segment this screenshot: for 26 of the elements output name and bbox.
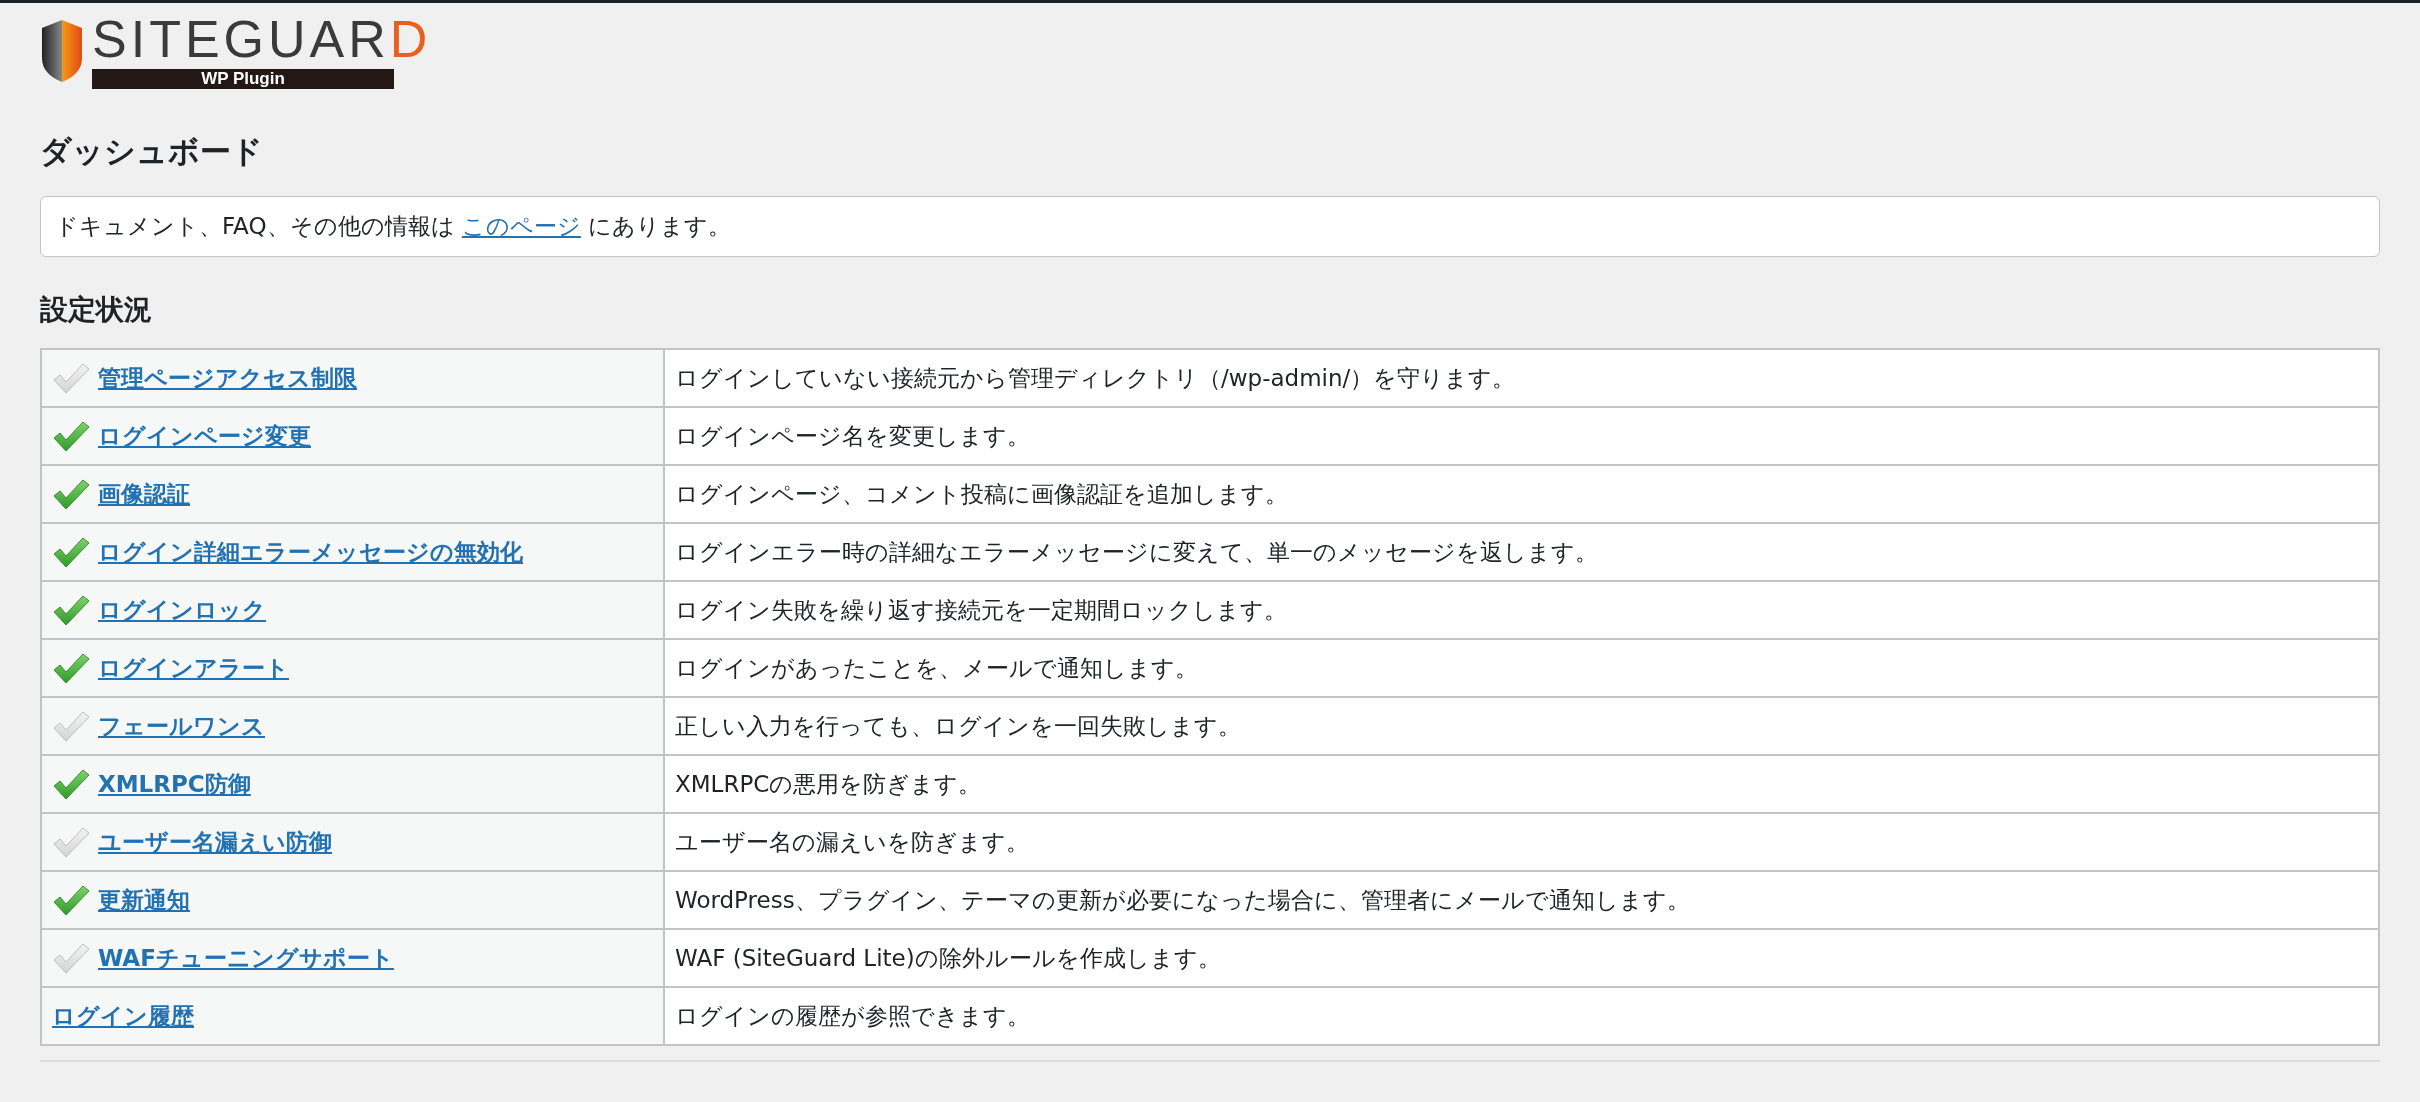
feature-link[interactable]: ログイン履歴 (52, 999, 194, 1034)
info-notice: ドキュメント、FAQ、その他の情報は このページ にあります。 (40, 196, 2380, 257)
feature-description: ログインエラー時の詳細なエラーメッセージに変えて、単一のメッセージを返します。 (664, 523, 2379, 582)
logo-subtitle: WP Plugin (92, 68, 394, 89)
page-title: ダッシュボード (40, 133, 264, 171)
feature-link[interactable]: 更新通知 (98, 883, 190, 918)
feature-link[interactable]: ログインアラート (98, 651, 289, 686)
shield-logo-icon (40, 17, 84, 84)
feature-description: ログインの履歴が参照できます。 (664, 987, 2379, 1046)
feature-description: WAF (SiteGuard Lite)の除外ルールを作成します。 (664, 929, 2379, 988)
feature-description: WordPress、プラグイン、テーマの更新が必要になった場合に、管理者にメールで通知します。 (664, 871, 2379, 930)
docs-link[interactable]: このページ (461, 213, 581, 240)
feature-link[interactable]: 画像認証 (98, 477, 190, 512)
feature-description: ユーザー名の漏えいを防ぎます。 (664, 813, 2379, 872)
feature-description: ログインページ、コメント投稿に画像認証を追加します。 (664, 465, 2379, 524)
feature-description: ログイン失敗を繰り返す接続元を一定期間ロックします。 (664, 581, 2379, 640)
logo-wordmark: SITEGUARD (92, 12, 432, 65)
feature-link[interactable]: フェールワンス (98, 709, 265, 744)
feature-link[interactable]: XMLRPC防御 (98, 767, 251, 802)
feature-description: ログインページ名を変更します。 (664, 407, 2379, 466)
feature-link[interactable]: ログインロック (98, 593, 266, 628)
feature-description: 正しい入力を行っても、ログインを一回失敗します。 (664, 697, 2379, 756)
section-heading: 設定状況 (40, 292, 153, 327)
feature-description: XMLRPCの悪用を防ぎます。 (664, 755, 2379, 814)
feature-description: ログインしていない接続元から管理ディレクトリ（/wp-admin/）を守ります。 (664, 349, 2379, 408)
feature-description: ログインがあったことを、メールで通知します。 (664, 639, 2379, 698)
